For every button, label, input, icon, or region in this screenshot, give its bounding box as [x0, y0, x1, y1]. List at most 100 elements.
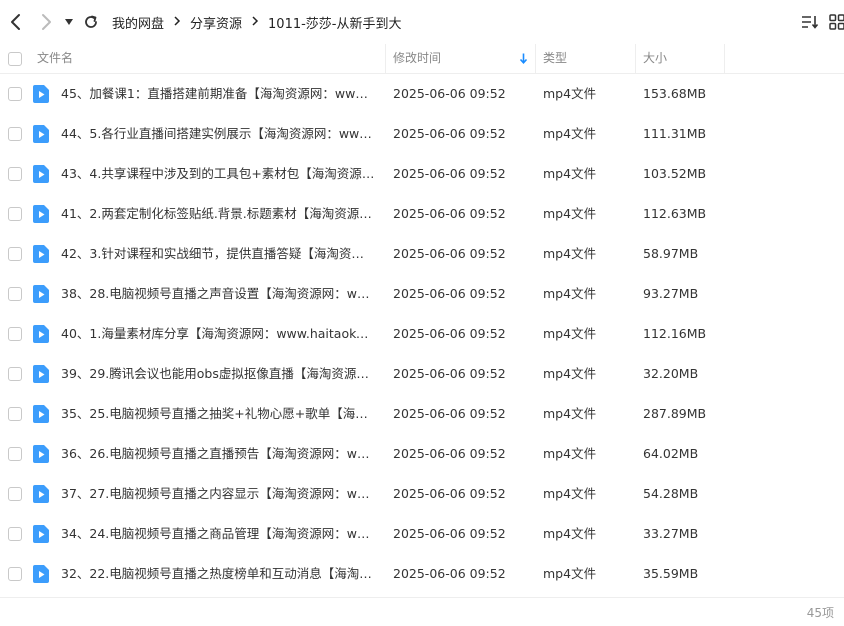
- row-checkbox[interactable]: [8, 447, 22, 461]
- row-checkbox[interactable]: [8, 327, 22, 341]
- row-checkbox[interactable]: [8, 487, 22, 501]
- video-file-icon: [33, 325, 49, 343]
- file-modified-date: 2025-06-06 09:52: [393, 354, 506, 394]
- file-modified-date: 2025-06-06 09:52: [393, 394, 506, 434]
- file-row[interactable]: 38、28.电脑视频号直播之声音设置【海淘资源网：www.haitaoketan…: [0, 274, 844, 314]
- file-type: mp4文件: [543, 314, 596, 354]
- row-checkbox[interactable]: [8, 527, 22, 541]
- grid-view-icon: [829, 14, 844, 30]
- file-name[interactable]: 38、28.电脑视频号直播之声音设置【海淘资源网：www.haitaoketan…: [61, 274, 375, 314]
- video-file-icon: [33, 165, 49, 183]
- video-file-icon: [33, 365, 49, 383]
- file-name[interactable]: 42、3.针对课程和实战细节，提供直播答疑【海淘资源网：www.haitaoke…: [61, 234, 375, 274]
- file-modified-date: 2025-06-06 09:52: [393, 74, 506, 114]
- file-name[interactable]: 45、加餐课1：直播搭建前期准备【海淘资源网：www.haitaoketang.…: [61, 74, 375, 114]
- file-type: mp4文件: [543, 74, 596, 114]
- file-row[interactable]: 40、1.海量素材库分享【海淘资源网：www.haitaoketang.com】…: [0, 314, 844, 354]
- column-divider[interactable]: [635, 44, 636, 73]
- file-row[interactable]: 45、加餐课1：直播搭建前期准备【海淘资源网：www.haitaoketang.…: [0, 74, 844, 114]
- history-dropdown-button[interactable]: [59, 11, 79, 33]
- breadcrumb-item-current: 1011-莎莎-从新手到大: [268, 13, 401, 32]
- sort-button[interactable]: [799, 11, 821, 33]
- file-size: 103.52MB: [643, 154, 706, 194]
- file-modified-date: 2025-06-06 09:52: [393, 474, 506, 514]
- row-checkbox[interactable]: [8, 407, 22, 421]
- breadcrumb-item-share[interactable]: 分享资源: [190, 13, 242, 32]
- file-name[interactable]: 34、24.电脑视频号直播之商品管理【海淘资源网：www.haitaoketan…: [61, 514, 375, 554]
- breadcrumb: 我的网盘 分享资源 1011-莎莎-从新手到大: [112, 0, 402, 44]
- file-row[interactable]: 35、25.电脑视频号直播之抽奖+礼物心愿+歌单【海淘资源网：www.haita…: [0, 394, 844, 434]
- video-file-icon: [33, 565, 49, 583]
- breadcrumb-item-root[interactable]: 我的网盘: [112, 13, 164, 32]
- column-divider[interactable]: [724, 44, 725, 73]
- video-file-icon: [33, 405, 49, 423]
- file-name[interactable]: 36、26.电脑视频号直播之直播预告【海淘资源网：www.haitaoketan…: [61, 434, 375, 474]
- video-file-icon: [33, 205, 49, 223]
- select-all-checkbox[interactable]: [8, 52, 22, 66]
- file-modified-date: 2025-06-06 09:52: [393, 434, 506, 474]
- row-checkbox[interactable]: [8, 287, 22, 301]
- video-file-icon: [33, 245, 49, 263]
- row-checkbox[interactable]: [8, 567, 22, 581]
- grid-view-button[interactable]: [826, 11, 844, 33]
- row-checkbox[interactable]: [8, 127, 22, 141]
- caret-down-icon: [64, 18, 74, 26]
- file-row[interactable]: 44、5.各行业直播间搭建实例展示【海淘资源网：www.haitaoketang…: [0, 114, 844, 154]
- file-modified-date: 2025-06-06 09:52: [393, 314, 506, 354]
- file-size: 32.20MB: [643, 354, 698, 394]
- row-checkbox[interactable]: [8, 207, 22, 221]
- file-size: 112.63MB: [643, 194, 706, 234]
- row-checkbox[interactable]: [8, 367, 22, 381]
- forward-button[interactable]: [35, 11, 57, 33]
- sort-descending-arrow-icon: [519, 53, 528, 65]
- file-name[interactable]: 44、5.各行业直播间搭建实例展示【海淘资源网：www.haitaoketang…: [61, 114, 375, 154]
- file-row[interactable]: 36、26.电脑视频号直播之直播预告【海淘资源网：www.haitaoketan…: [0, 434, 844, 474]
- file-modified-date: 2025-06-06 09:52: [393, 274, 506, 314]
- file-row[interactable]: 42、3.针对课程和实战细节，提供直播答疑【海淘资源网：www.haitaoke…: [0, 234, 844, 274]
- file-name[interactable]: 40、1.海量素材库分享【海淘资源网：www.haitaoketang.com】: [61, 314, 375, 354]
- file-row[interactable]: 39、29.腾讯会议也能用obs虚拟抠像直播【海淘资源网：www.haitaok…: [0, 354, 844, 394]
- back-button[interactable]: [5, 11, 27, 33]
- file-type: mp4文件: [543, 554, 596, 594]
- column-divider[interactable]: [535, 44, 536, 73]
- file-size: 64.02MB: [643, 434, 698, 474]
- file-name[interactable]: 41、2.两套定制化标签贴纸.背景.标题素材【海淘资源网：www.haitaok…: [61, 194, 375, 234]
- row-checkbox[interactable]: [8, 87, 22, 101]
- file-type: mp4文件: [543, 194, 596, 234]
- video-file-icon: [33, 485, 49, 503]
- file-row[interactable]: 43、4.共享课程中涉及到的工具包+素材包【海淘资源网：www.haitaoke…: [0, 154, 844, 194]
- column-type-header[interactable]: 类型: [543, 44, 567, 73]
- row-checkbox[interactable]: [8, 247, 22, 261]
- column-name-header[interactable]: 文件名: [37, 44, 73, 73]
- file-name[interactable]: 43、4.共享课程中涉及到的工具包+素材包【海淘资源网：www.haitaoke…: [61, 154, 375, 194]
- file-name[interactable]: 32、22.电脑视频号直播之热度榜单和互动消息【海淘资源网：www.haitao…: [61, 554, 375, 594]
- file-name[interactable]: 37、27.电脑视频号直播之内容显示【海淘资源网：www.haitaoketan…: [61, 474, 375, 514]
- file-size: 112.16MB: [643, 314, 706, 354]
- refresh-icon: [83, 14, 99, 30]
- file-name[interactable]: 35、25.电脑视频号直播之抽奖+礼物心愿+歌单【海淘资源网：www.haita…: [61, 394, 375, 434]
- chevron-right-icon: [173, 15, 181, 30]
- file-modified-date: 2025-06-06 09:52: [393, 514, 506, 554]
- file-size: 287.89MB: [643, 394, 706, 434]
- column-size-header[interactable]: 大小: [643, 44, 667, 73]
- file-size: 153.68MB: [643, 74, 706, 114]
- file-row[interactable]: 32、22.电脑视频号直播之热度榜单和互动消息【海淘资源网：www.haitao…: [0, 554, 844, 594]
- refresh-button[interactable]: [80, 11, 102, 33]
- column-divider[interactable]: [385, 44, 386, 73]
- file-size: 35.59MB: [643, 554, 698, 594]
- file-type: mp4文件: [543, 354, 596, 394]
- file-size: 58.97MB: [643, 234, 698, 274]
- file-row[interactable]: 34、24.电脑视频号直播之商品管理【海淘资源网：www.haitaoketan…: [0, 514, 844, 554]
- column-modified-header[interactable]: 修改时间: [393, 44, 441, 73]
- file-modified-date: 2025-06-06 09:52: [393, 234, 506, 274]
- file-row[interactable]: 37、27.电脑视频号直播之内容显示【海淘资源网：www.haitaoketan…: [0, 474, 844, 514]
- file-name[interactable]: 39、29.腾讯会议也能用obs虚拟抠像直播【海淘资源网：www.haitaok…: [61, 354, 375, 394]
- chevron-right-icon: [251, 15, 259, 30]
- row-checkbox[interactable]: [8, 167, 22, 181]
- footer-divider: [0, 597, 844, 598]
- file-type: mp4文件: [543, 474, 596, 514]
- file-type: mp4文件: [543, 154, 596, 194]
- file-row[interactable]: 41、2.两套定制化标签贴纸.背景.标题素材【海淘资源网：www.haitaok…: [0, 194, 844, 234]
- file-modified-date: 2025-06-06 09:52: [393, 114, 506, 154]
- file-type: mp4文件: [543, 234, 596, 274]
